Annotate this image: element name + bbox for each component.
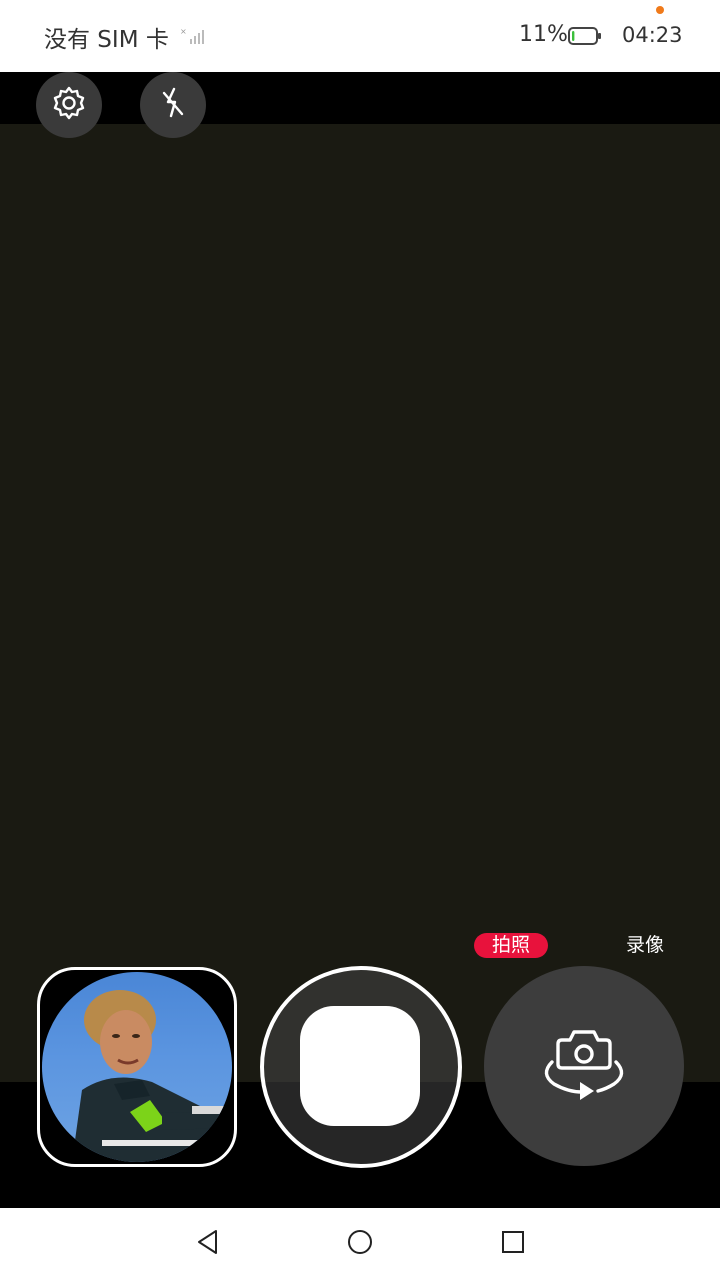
switch-camera-button[interactable]: [484, 966, 684, 1166]
viewfinder[interactable]: [0, 124, 720, 1082]
flash-toggle-button[interactable]: [140, 72, 206, 138]
mode-photo-tab[interactable]: 拍照: [474, 933, 548, 958]
switch-camera-icon: [536, 1024, 632, 1108]
svg-text:×: ×: [180, 27, 187, 36]
battery-percent: 11%: [519, 22, 568, 47]
status-bar: 没有 SIM 卡 × 11% 04:23: [0, 0, 720, 72]
shutter-button[interactable]: [300, 1006, 420, 1126]
carrier-label: 没有 SIM 卡: [44, 27, 169, 53]
flash-off-icon: [154, 84, 192, 126]
back-triangle-icon: [196, 1229, 220, 1259]
signal-icon: ×: [180, 26, 210, 46]
gallery-thumbnail[interactable]: [37, 967, 237, 1167]
camera-screen: 没有 SIM 卡 × 11% 04:23 拍照 录像: [0, 0, 720, 1280]
notification-dot: [656, 6, 664, 14]
battery-icon: [568, 27, 602, 45]
home-circle-icon: [346, 1228, 374, 1260]
recent-square-icon: [500, 1229, 526, 1259]
clock: 04:23: [622, 23, 683, 47]
home-button[interactable]: [342, 1226, 378, 1262]
thumbnail-image: [42, 972, 232, 1162]
settings-button[interactable]: [36, 72, 102, 138]
recents-button[interactable]: [495, 1226, 531, 1262]
back-button[interactable]: [190, 1226, 226, 1262]
gear-icon: [50, 84, 88, 126]
navigation-bar: [0, 1208, 720, 1280]
top-toolbar: [0, 72, 720, 124]
mode-video-tab[interactable]: 录像: [626, 933, 664, 958]
